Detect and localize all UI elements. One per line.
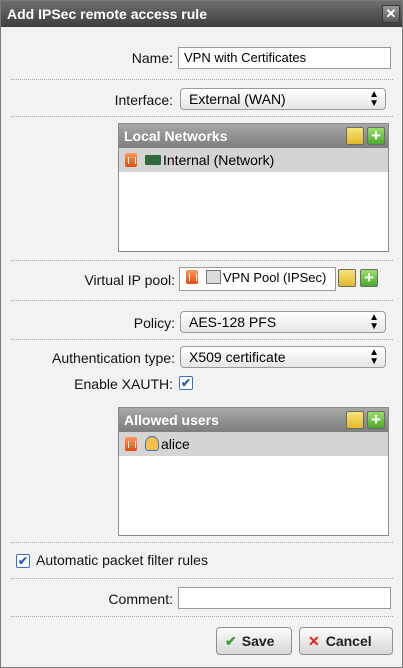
auto-packet-filter-label: Automatic packet filter rules [36,552,208,568]
select-arrows-icon: ▲ ▼ [369,89,379,109]
folder-icon[interactable] [338,269,356,287]
allowed-users-list: Allowed users + alice [118,407,389,536]
close-icon[interactable]: ✕ [382,5,400,23]
name-input[interactable]: VPN with Certificates [178,47,391,69]
allowed-users-header: Allowed users + [119,408,388,432]
policy-value: AES-128 PFS [189,314,277,330]
list-item[interactable]: alice [119,432,388,456]
auto-packet-filter-checkbox[interactable]: ✔ [16,554,30,568]
select-arrows-icon: ▲ ▼ [369,312,379,332]
local-networks-title: Local Networks [124,128,228,144]
auth-type-select[interactable]: X509 certificate ▲ ▼ [180,346,386,368]
dialog-titlebar[interactable]: Add IPSec remote access rule [1,1,402,27]
local-networks-header: Local Networks + [119,124,388,148]
virtual-ip-pool-field[interactable]: VPN Pool (IPSec) [179,267,336,291]
comment-label: Comment: [108,591,173,607]
comment-input[interactable] [178,587,391,609]
xauth-label: Enable XAUTH: [74,376,173,392]
select-arrows-icon: ▲ ▼ [369,347,379,367]
cancel-label: Cancel [325,633,372,649]
save-button[interactable]: ✔ Save [216,627,292,655]
xauth-checkbox[interactable]: ✔ [179,376,193,390]
list-item[interactable]: Internal (Network) [119,148,388,172]
policy-select[interactable]: AES-128 PFS ▲ ▼ [180,311,386,333]
add-icon[interactable]: + [367,411,385,429]
virtual-ip-pool-value: VPN Pool (IPSec) [223,270,327,285]
trash-icon[interactable] [125,437,137,451]
allowed-users-title: Allowed users [124,412,219,428]
virtual-ip-pool-label: Virtual IP pool: [84,272,175,288]
folder-icon[interactable] [346,127,364,145]
dialog-title: Add IPSec remote access rule [7,6,207,22]
cancel-icon: ✕ [308,633,320,649]
name-label: Name: [131,50,173,66]
add-icon[interactable]: + [367,127,385,145]
cancel-button[interactable]: ✕ Cancel [299,627,393,655]
allowed-user-label: alice [161,436,190,452]
interface-select[interactable]: External (WAN) ▲ ▼ [180,88,386,110]
auth-type-label: Authentication type: [52,350,175,366]
ipsec-rule-dialog: Add IPSec remote access rule ✕ Name: VPN… [0,0,403,668]
interface-value: External (WAN) [189,91,286,107]
trash-icon[interactable] [186,270,198,284]
save-label: Save [241,633,275,649]
checkmark-icon: ✔ [225,633,237,649]
local-network-label: Internal (Network) [163,152,275,168]
interface-label: Interface: [114,92,173,108]
add-icon[interactable]: + [360,269,378,287]
policy-label: Policy: [133,315,175,331]
auth-type-value: X509 certificate [189,349,286,365]
user-icon [145,436,159,451]
trash-icon[interactable] [125,153,137,167]
local-networks-list: Local Networks + Internal (Network) [118,123,389,252]
network-icon [145,155,161,165]
folder-icon[interactable] [346,411,364,429]
ip-pool-icon [206,270,221,284]
